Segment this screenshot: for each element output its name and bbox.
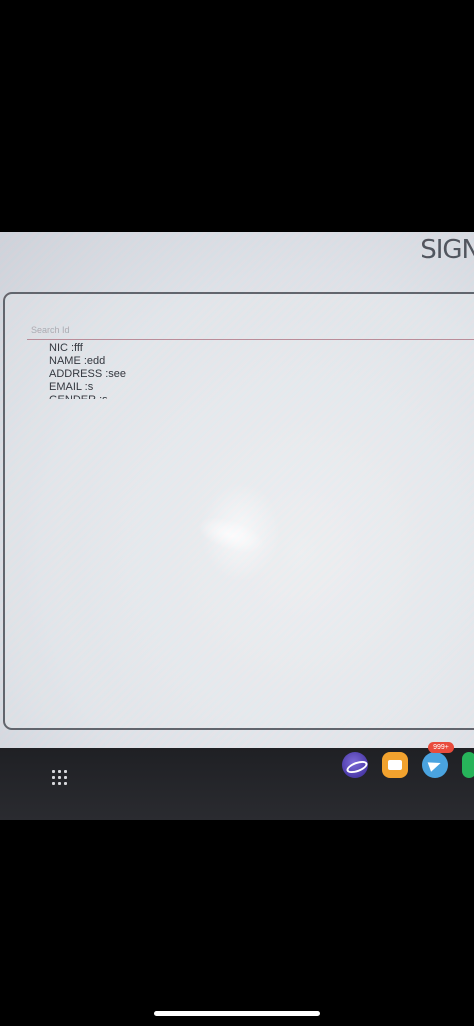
gender-field: GENDER :s: [49, 394, 126, 399]
notification-badge: 999+: [428, 742, 454, 753]
record-panel: Search Id NIC :fff NAME :edd ADDRESS :se…: [3, 292, 474, 730]
photo-background-top: [0, 0, 474, 232]
search-placeholder: Search Id: [31, 325, 70, 335]
telegram-icon[interactable]: [422, 752, 448, 778]
search-input[interactable]: Search Id: [27, 325, 474, 340]
home-indicator[interactable]: [154, 1011, 320, 1016]
my-files-icon[interactable]: [382, 752, 408, 778]
email-field: EMAIL :s: [49, 381, 94, 393]
record-details: NIC :fff NAME :edd ADDRESS :see EMAIL :s…: [49, 342, 126, 399]
address-field: ADDRESS :see: [49, 368, 127, 380]
apps-grid-icon[interactable]: [52, 770, 68, 786]
sign-button[interactable]: SIGN: [420, 235, 474, 265]
taskbar: 999+: [0, 742, 474, 820]
app-screen: SIGN Search Id NIC :fff NAME :edd ADDRES…: [0, 232, 474, 762]
nic-field: NIC :fff: [49, 342, 83, 354]
green-app-icon[interactable]: [462, 752, 474, 778]
photo-background-bottom: [0, 820, 474, 1026]
samsung-internet-icon[interactable]: [342, 752, 368, 778]
name-field: NAME :edd: [49, 355, 106, 367]
